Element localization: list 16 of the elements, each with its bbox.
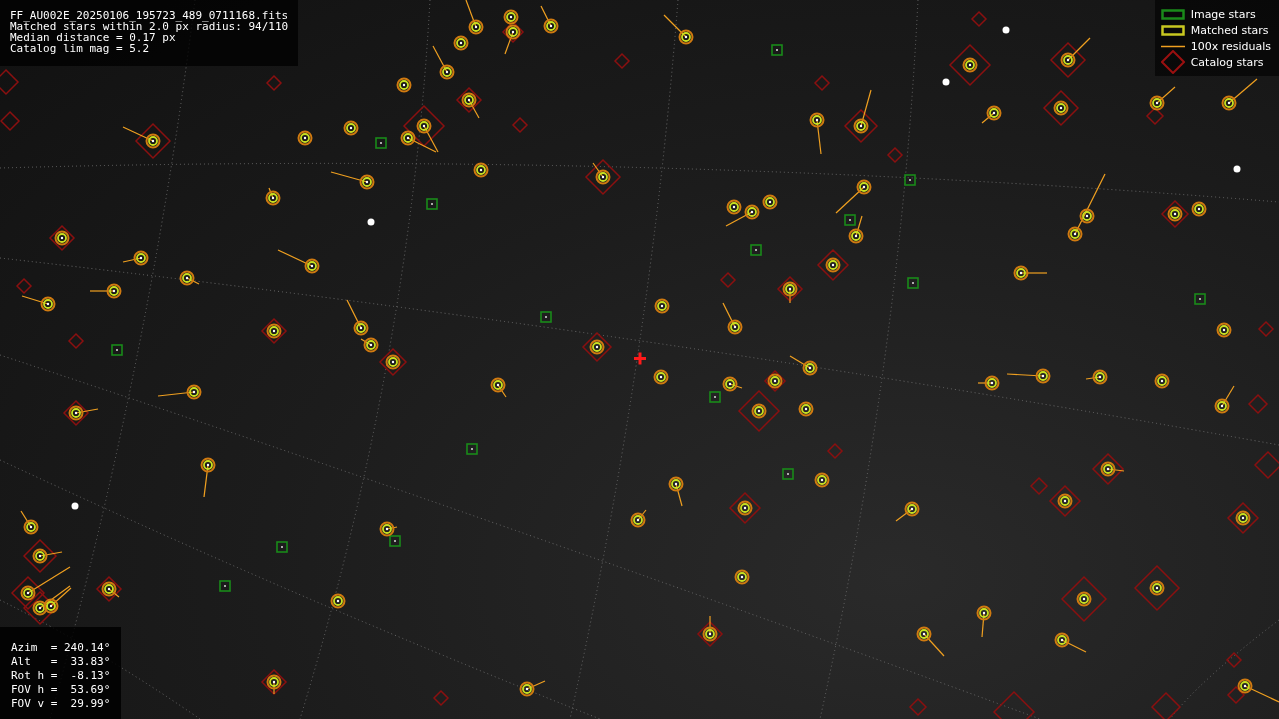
legend-label: Matched stars: [1190, 24, 1269, 36]
diamond-icon: [1160, 50, 1185, 74]
camera-parameter: Azim = 240.14°: [11, 641, 111, 655]
info-line: FF_AU002E_20250106_195723_489_0711168.fits: [10, 10, 289, 21]
camera-parameter: Alt = 33.83°: [11, 655, 111, 669]
info-line: Catalog lim mag = 5.2: [10, 43, 151, 54]
rectangle-outline-icon: [1160, 24, 1185, 36]
legend-label: Image stars: [1190, 8, 1256, 20]
info-line: Median distance = 0.17 px: [10, 32, 176, 43]
crosshair-icon: [634, 352, 646, 365]
camera-parameter: FOV v = 29.99°: [11, 697, 111, 711]
camera-parameter: Rot h = -8.13°: [11, 669, 111, 683]
info-line: Matched stars within 2.0 px radius: 94/110: [10, 21, 289, 32]
camera-parameter: FOV h = 53.69°: [11, 683, 111, 697]
legend-label: 100x residuals: [1190, 40, 1271, 52]
legend-label: Catalog stars: [1190, 56, 1264, 68]
